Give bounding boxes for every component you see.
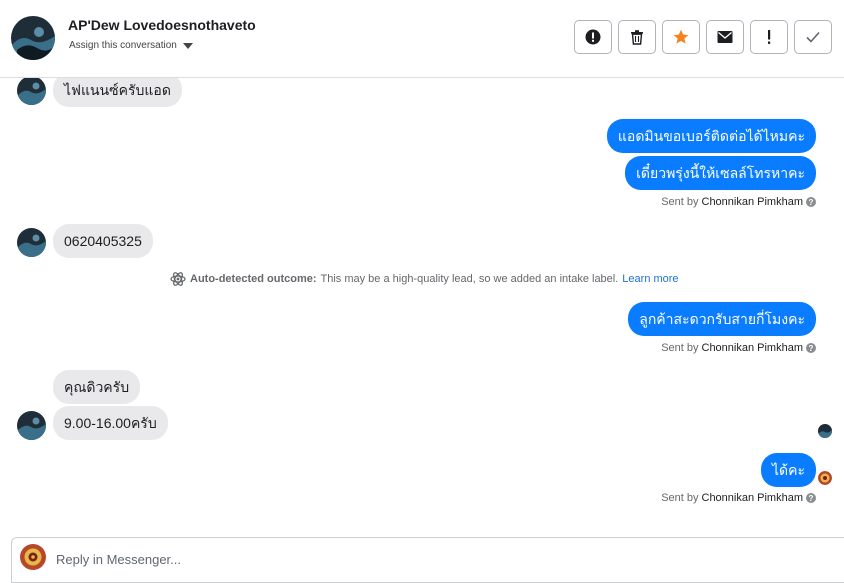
contact-name: AP'Dew Lovedoesnothaveto — [68, 17, 256, 33]
notice-title: Auto-detected outcome: — [190, 273, 317, 285]
mark-done-button[interactable] — [794, 20, 832, 54]
caret-down-icon — [182, 42, 193, 49]
contact-avatar[interactable] — [11, 16, 55, 60]
reply-composer — [11, 537, 844, 583]
notice-text: This may be a high-quality lead, so we a… — [320, 273, 619, 285]
sent-by-prefix: Sent by — [661, 196, 699, 208]
message-outgoing: แอดมินขอเบอร์ติดต่อได้ไหมคะ — [606, 119, 816, 153]
message-outgoing: เดี๋ยวพรุ่งนี้ให้เซลล์โทรหาคะ — [625, 156, 816, 190]
sent-by-prefix: Sent by — [661, 342, 699, 354]
atom-icon — [170, 272, 186, 286]
page-avatar — [20, 544, 46, 570]
learn-more-link[interactable]: Learn more — [622, 273, 678, 285]
envelope-icon — [717, 31, 733, 43]
star-icon — [673, 29, 689, 44]
exclamation-icon — [768, 30, 771, 44]
contact-avatar-small — [17, 78, 46, 105]
message-thread[interactable]: ไฟแนนซ์ครับแอด แอดมินขอเบอร์ติดต่อได้ไหม… — [0, 78, 844, 536]
mark-spam-button[interactable] — [750, 20, 788, 54]
reply-input[interactable] — [56, 548, 556, 570]
message-outgoing: ลูกค้าสะดวกรับสายกี่โมงคะ — [628, 302, 816, 336]
seen-avatar-contact — [818, 424, 832, 438]
trash-icon — [631, 30, 643, 45]
mark-unread-button[interactable] — [706, 20, 744, 54]
sent-by-name: Chonnikan Pimkham — [701, 196, 804, 208]
sent-by-prefix: Sent by — [661, 492, 699, 504]
message-incoming: 9.00-16.00ครับ — [53, 406, 168, 440]
report-button[interactable] — [574, 20, 612, 54]
sent-by-name: Chonnikan Pimkham — [701, 342, 804, 354]
header-actions — [574, 20, 832, 54]
contact-avatar-small — [17, 228, 46, 257]
message-incoming: 0620405325 — [53, 224, 153, 258]
conversation-header: AP'Dew Lovedoesnothaveto Assign this con… — [0, 0, 844, 78]
message-outgoing: ได้คะ — [760, 453, 816, 487]
help-icon[interactable]: ? — [806, 197, 816, 207]
star-button[interactable] — [662, 20, 700, 54]
help-icon[interactable]: ? — [806, 493, 816, 503]
message-incoming: ไฟแนนซ์ครับแอด — [53, 78, 182, 107]
message-incoming: คุณดิวครับ — [53, 370, 141, 404]
sent-by-name: Chonnikan Pimkham — [701, 492, 804, 504]
delete-button[interactable] — [618, 20, 656, 54]
assign-conversation-dropdown[interactable]: Assign this conversation — [69, 40, 193, 51]
help-icon[interactable]: ? — [806, 343, 816, 353]
auto-detected-outcome-notice: Auto-detected outcome: This may be a hig… — [170, 271, 679, 287]
assign-label: Assign this conversation — [69, 40, 177, 51]
report-icon — [585, 29, 601, 45]
sent-by-info: Sent by Chonnikan Pimkham ? — [661, 492, 816, 504]
contact-avatar-small — [17, 411, 46, 440]
sent-by-info: Sent by Chonnikan Pimkham ? — [661, 342, 816, 354]
seen-avatar-page — [818, 471, 832, 485]
check-icon — [806, 31, 820, 43]
sent-by-info: Sent by Chonnikan Pimkham ? — [661, 196, 816, 208]
